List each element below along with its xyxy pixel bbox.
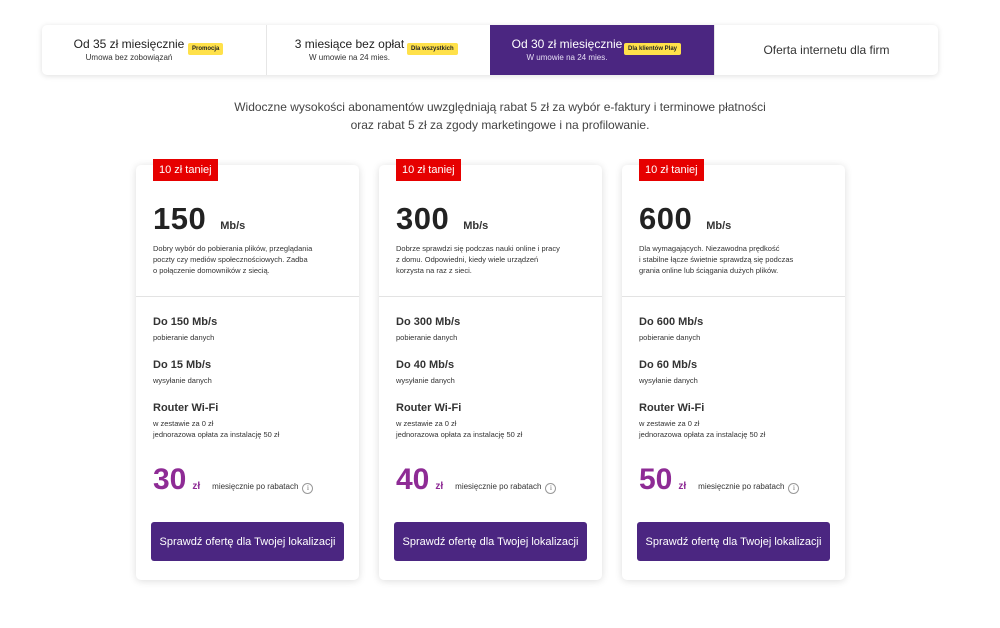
- plan-description: Dla wymagających. Niezawodna prędkość i …: [639, 243, 834, 276]
- speed-value: 300: [396, 201, 450, 236]
- plan-card-300: 10 zł taniej 300 Mb/s Dobrze sprawdzi si…: [379, 159, 602, 580]
- check-offer-button[interactable]: Sprawdź ofertę dla Twojej lokalizacji: [151, 522, 344, 561]
- info-icon[interactable]: i: [788, 483, 800, 494]
- divider: [379, 296, 602, 297]
- price-unit: zł: [192, 481, 201, 492]
- disclaimer-line-2: oraz rabat 5 zł za zgody marketingowe i …: [350, 118, 650, 132]
- feature-subtitle: pobieranie danych: [639, 333, 701, 342]
- description-line: i stabilne łącze świetnie sprawdzą się p…: [639, 255, 794, 264]
- info-icon[interactable]: i: [302, 483, 314, 494]
- router-feature: Router Wi-Fi w zestawie za 0 zł jednoraz…: [639, 402, 839, 440]
- feature-title: Router Wi-Fi: [639, 402, 705, 414]
- tab-badge: Dla wszystkich: [407, 43, 458, 55]
- plan-speed: 300 Mb/s: [396, 201, 488, 237]
- plan-price: 40 zł miesięcznie po rabatach i: [396, 463, 557, 497]
- feature-subtitle: jednorazowa opłata za instalację 50 zł: [396, 430, 523, 439]
- description-line: Dobry wybór do pobierania plików, przegl…: [153, 244, 313, 253]
- tab-subtitle: W umowie na 24 mies.: [526, 53, 608, 62]
- download-feature: Do 300 Mb/s pobieranie danych: [396, 316, 596, 343]
- router-feature: Router Wi-Fi w zestawie za 0 zł jednoraz…: [396, 402, 596, 440]
- feature-subtitle: pobieranie danych: [396, 333, 458, 342]
- feature-subtitle: w zestawie za 0 zł: [396, 419, 457, 428]
- tab-promo[interactable]: Od 35 zł miesięcznie Umowa bez zobowiąza…: [42, 25, 266, 75]
- feature-title: Do 150 Mb/s: [153, 316, 218, 328]
- upload-feature: Do 40 Mb/s wysyłanie danych: [396, 359, 596, 386]
- price-label: miesięcznie po rabatach: [455, 482, 542, 491]
- feature-title: Do 600 Mb/s: [639, 316, 704, 328]
- speed-value: 150: [153, 201, 207, 236]
- tab-title: Od 35 zł miesięcznie: [73, 37, 185, 51]
- price-value: 40: [396, 463, 430, 496]
- tab-badge: Promocja: [188, 43, 224, 55]
- description-line: Dla wymagających. Niezawodna prędkość: [639, 244, 780, 253]
- feature-subtitle: w zestawie za 0 zł: [153, 419, 214, 428]
- feature-subtitle: wysyłanie danych: [396, 376, 455, 385]
- divider: [136, 296, 359, 297]
- speed-unit: Mb/s: [706, 220, 732, 232]
- offer-tabs: Od 35 zł miesięcznie Umowa bez zobowiąza…: [42, 25, 938, 75]
- info-icon[interactable]: i: [545, 483, 557, 494]
- download-feature: Do 600 Mb/s pobieranie danych: [639, 316, 839, 343]
- tab-subtitle: W umowie na 24 mies.: [309, 53, 390, 62]
- plan-speed: 150 Mb/s: [153, 201, 245, 237]
- divider: [622, 296, 845, 297]
- promo-badge: 10 zł taniej: [396, 159, 461, 181]
- plan-card-150: 10 zł taniej 150 Mb/s Dobry wybór do pob…: [136, 159, 359, 580]
- upload-feature: Do 15 Mb/s wysyłanie danych: [153, 359, 353, 386]
- disclaimer-line-1: Widoczne wysokości abonamentów uwzględni…: [234, 100, 766, 114]
- feature-title: Do 40 Mb/s: [396, 359, 455, 371]
- feature-subtitle: w zestawie za 0 zł: [639, 419, 700, 428]
- plan-speed: 600 Mb/s: [639, 201, 731, 237]
- speed-value: 600: [639, 201, 693, 236]
- plan-price: 30 zł miesięcznie po rabatach i: [153, 463, 314, 497]
- feature-subtitle: wysyłanie danych: [153, 376, 212, 385]
- check-offer-button[interactable]: Sprawdź ofertę dla Twojej lokalizacji: [637, 522, 830, 561]
- feature-subtitle: pobieranie danych: [153, 333, 215, 342]
- price-label: miesięcznie po rabatach: [212, 482, 299, 491]
- price-unit: zł: [435, 481, 444, 492]
- download-feature: Do 150 Mb/s pobieranie danych: [153, 316, 353, 343]
- tab-subtitle: Umowa bez zobowiązań: [85, 53, 173, 62]
- description-line: poczty czy mediów społecznościowych. Zad…: [153, 255, 308, 264]
- plan-description: Dobry wybór do pobierania plików, przegl…: [153, 243, 348, 276]
- plan-price: 50 zł miesięcznie po rabatach i: [639, 463, 800, 497]
- promo-badge: 10 zł taniej: [153, 159, 218, 181]
- plan-description: Dobrze sprawdzi się podczas nauki online…: [396, 243, 591, 276]
- tab-title: Od 30 zł miesięcznie: [511, 37, 623, 51]
- feature-title: Do 60 Mb/s: [639, 359, 698, 371]
- description-line: z domu. Odpowiedni, kiedy wiele urządzeń: [396, 255, 539, 264]
- tab-title: 3 miesiące bez opłat: [294, 37, 405, 51]
- feature-subtitle: wysyłanie danych: [639, 376, 698, 385]
- price-unit: zł: [678, 481, 687, 492]
- upload-feature: Do 60 Mb/s wysyłanie danych: [639, 359, 839, 386]
- description-line: grania online lub ściągania dużych plikó…: [639, 266, 779, 275]
- tab-badge: Dla klientów Play: [624, 43, 682, 55]
- speed-unit: Mb/s: [220, 220, 246, 232]
- tab-play-clients[interactable]: Od 30 zł miesięcznie W umowie na 24 mies…: [490, 25, 714, 75]
- feature-title: Router Wi-Fi: [396, 402, 462, 414]
- price-value: 30: [153, 463, 187, 496]
- description-line: korzysta na raz z sieci.: [396, 266, 472, 275]
- feature-title: Router Wi-Fi: [153, 402, 219, 414]
- tab-title: Oferta internetu dla firm: [763, 43, 890, 57]
- tab-business-internet[interactable]: Oferta internetu dla firm: [714, 25, 938, 75]
- check-offer-button[interactable]: Sprawdź ofertę dla Twojej lokalizacji: [394, 522, 587, 561]
- tab-three-months-free[interactable]: 3 miesiące bez opłat W umowie na 24 mies…: [266, 25, 490, 75]
- feature-subtitle: jednorazowa opłata za instalację 50 zł: [639, 430, 766, 439]
- description-line: Dobrze sprawdzi się podczas nauki online…: [396, 244, 560, 253]
- price-label: miesięcznie po rabatach: [698, 482, 785, 491]
- price-value: 50: [639, 463, 673, 496]
- promo-badge: 10 zł taniej: [639, 159, 704, 181]
- discount-disclaimer: Widoczne wysokości abonamentów uwzględni…: [0, 98, 1000, 134]
- feature-title: Do 15 Mb/s: [153, 359, 212, 371]
- router-feature: Router Wi-Fi w zestawie za 0 zł jednoraz…: [153, 402, 353, 440]
- feature-title: Do 300 Mb/s: [396, 316, 461, 328]
- plan-card-600: 10 zł taniej 600 Mb/s Dla wymagających. …: [622, 159, 845, 580]
- feature-subtitle: jednorazowa opłata za instalację 50 zł: [153, 430, 280, 439]
- description-line: o połączenie domowników z siecią.: [153, 266, 270, 275]
- speed-unit: Mb/s: [463, 220, 489, 232]
